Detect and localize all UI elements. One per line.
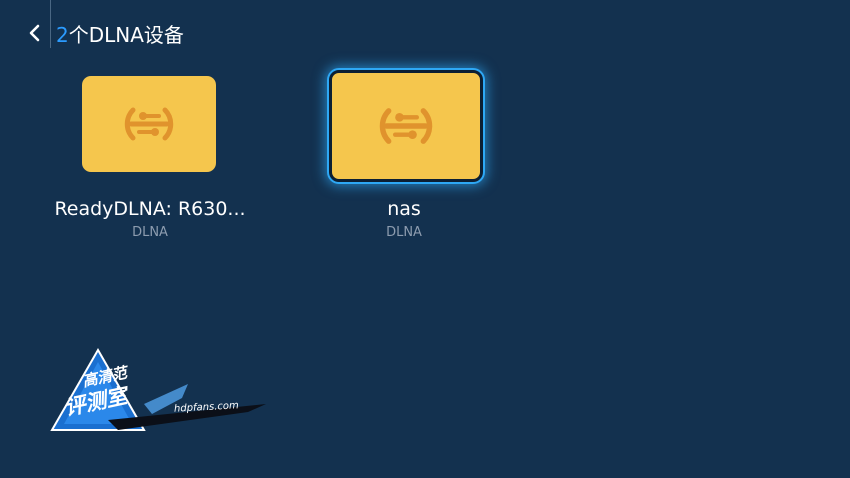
- dlna-link-icon: [124, 107, 174, 141]
- dlna-link-icon: [379, 108, 433, 144]
- device-name: ReadyDLNA: R630...: [54, 198, 246, 220]
- device-name: nas: [387, 198, 421, 220]
- device-nas[interactable]: nas DLNA: [294, 64, 514, 250]
- watermark-logo: 高清范 评测室 hdpfans.com: [48, 348, 268, 434]
- device-count: 2: [56, 23, 69, 47]
- device-readydlna[interactable]: ReadyDLNA: R630... DLNA: [40, 70, 260, 250]
- page-title: 2个DLNA设备: [56, 21, 184, 49]
- header-bar: 2个DLNA设备: [0, 0, 850, 60]
- device-type: DLNA: [132, 225, 168, 240]
- header-divider: [50, 0, 51, 48]
- chevron-left-icon: [29, 24, 40, 42]
- back-button[interactable]: [26, 20, 44, 46]
- title-text: 个DLNA设备: [68, 23, 184, 47]
- device-thumbnail-focused: [329, 70, 483, 182]
- device-thumbnail: [82, 76, 216, 172]
- device-type: DLNA: [386, 225, 422, 240]
